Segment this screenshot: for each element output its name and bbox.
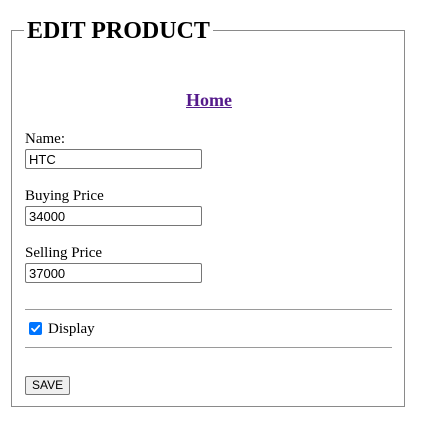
- save-button[interactable]: SAVE: [25, 376, 71, 395]
- bottom-divider: [25, 347, 392, 348]
- selling-price-label: Selling Price: [25, 245, 103, 261]
- top-divider: [25, 309, 392, 310]
- display-label: Display: [48, 321, 95, 337]
- selling-price-input[interactable]: [25, 263, 202, 283]
- home-link[interactable]: Home: [0, 89, 418, 111]
- checkmark-icon: [31, 324, 41, 333]
- form-legend: EDIT PRODUCT: [24, 15, 213, 47]
- name-input[interactable]: [25, 149, 202, 169]
- name-label: Name:: [25, 131, 65, 147]
- buying-price-input[interactable]: [25, 206, 202, 226]
- display-checkbox[interactable]: [29, 322, 42, 335]
- buying-price-label: Buying Price: [25, 188, 104, 204]
